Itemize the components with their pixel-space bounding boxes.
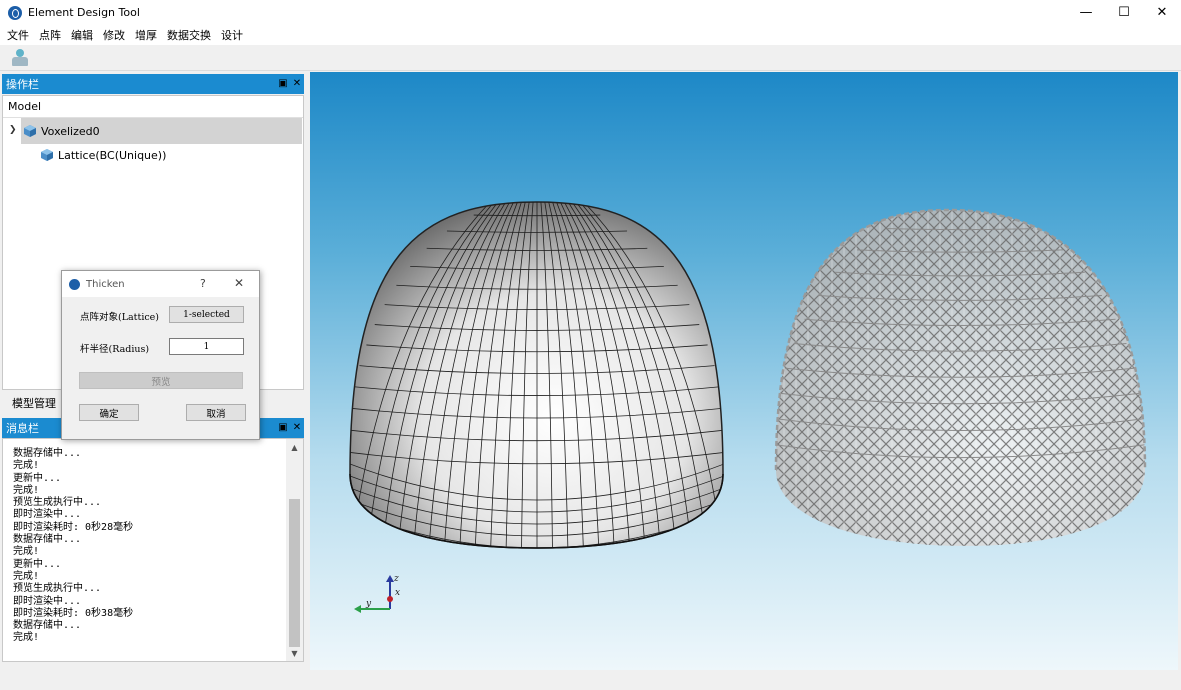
window-title: Element Design Tool bbox=[28, 6, 140, 19]
app-logo-icon bbox=[69, 278, 80, 290]
status-bar bbox=[0, 670, 1181, 690]
close-icon[interactable]: ✕ bbox=[292, 77, 302, 89]
help-icon[interactable]: ? bbox=[200, 277, 206, 290]
viewport-canvas: z y x bbox=[349, 201, 1147, 613]
menu-design[interactable]: 设计 bbox=[216, 27, 248, 43]
menu-modify[interactable]: 修改 bbox=[98, 27, 130, 43]
menu-file[interactable]: 文件 bbox=[2, 27, 34, 43]
scroll-thumb[interactable] bbox=[289, 499, 300, 647]
log-line: 数据存储中... bbox=[13, 620, 82, 632]
float-icon[interactable]: ▣ bbox=[278, 421, 288, 433]
cancel-button[interactable]: 取消 bbox=[186, 404, 246, 421]
preview-button[interactable]: 预览 bbox=[79, 372, 243, 389]
log-scrollbar[interactable]: ▲ ▼ bbox=[286, 439, 303, 661]
thicken-dialog: Thicken ? ✕ 点阵对象(Lattice) 1-selected 杆半径… bbox=[61, 270, 260, 440]
operation-panel-title: 操作栏 ▣ ✕ bbox=[2, 74, 304, 94]
title-bar: Element Design Tool — ☐ ✕ bbox=[0, 0, 1181, 25]
log-line: 数据存储中... bbox=[13, 534, 82, 546]
log-line: 即时渲染耗时: 0秒38毫秒 bbox=[13, 607, 134, 619]
axis-y-label: y bbox=[365, 599, 372, 609]
tree-item-label: Lattice(BC(Unique)) bbox=[58, 148, 167, 162]
float-icon[interactable]: ▣ bbox=[278, 77, 288, 89]
minimize-button[interactable]: — bbox=[1067, 0, 1105, 25]
menu-data-exchange[interactable]: 数据交换 bbox=[162, 27, 216, 43]
log-line: 即时渲染耗时: 0秒28毫秒 bbox=[13, 521, 134, 533]
lattice-label: 点阵对象(Lattice) bbox=[80, 312, 160, 323]
scroll-down-icon[interactable]: ▼ bbox=[286, 645, 303, 661]
lattice-dome bbox=[774, 208, 1147, 546]
window-controls: — ☐ ✕ bbox=[1067, 0, 1181, 25]
log-line: 完成! bbox=[13, 546, 40, 558]
lattice-selection-field[interactable]: 1-selected bbox=[169, 306, 244, 323]
message-log: 数据存储中... 完成! 更新中... 完成! 预览生成执行中... 即时渲染中… bbox=[2, 438, 304, 662]
axis-x-label: x bbox=[395, 588, 400, 598]
dialog-title: Thicken bbox=[86, 278, 125, 290]
ok-button[interactable]: 确定 bbox=[79, 404, 139, 421]
log-line: 即时渲染中... bbox=[13, 595, 82, 607]
tree-item-label: Voxelized0 bbox=[41, 124, 100, 138]
voxelized-dome bbox=[349, 201, 724, 549]
message-panel-title-text: 消息栏 bbox=[6, 422, 39, 435]
tab-model-management[interactable]: 模型管理 bbox=[12, 395, 56, 411]
scroll-up-icon[interactable]: ▲ bbox=[286, 439, 303, 455]
menu-edit[interactable]: 编辑 bbox=[66, 27, 98, 43]
operation-panel-title-text: 操作栏 bbox=[6, 78, 39, 91]
log-line: 更新中... bbox=[13, 472, 62, 484]
log-line: 更新中... bbox=[13, 558, 62, 570]
close-icon[interactable]: ✕ bbox=[292, 421, 302, 433]
log-line: 完成! bbox=[13, 460, 40, 472]
log-line: 完成! bbox=[13, 632, 40, 644]
menu-lattice[interactable]: 点阵 bbox=[34, 27, 66, 43]
log-line: 数据存储中... bbox=[13, 448, 82, 459]
menu-bar: 文件 点阵 编辑 修改 增厚 数据交换 设计 bbox=[0, 25, 1181, 45]
user-icon[interactable] bbox=[10, 48, 30, 68]
menu-thicken[interactable]: 增厚 bbox=[130, 27, 162, 43]
close-icon[interactable]: ✕ bbox=[234, 276, 244, 290]
maximize-button[interactable]: ☐ bbox=[1105, 0, 1143, 25]
log-line: 完成! bbox=[13, 484, 40, 496]
chevron-down-icon[interactable]: ❯ bbox=[9, 125, 19, 135]
radius-label: 杆半径(Radius) bbox=[80, 344, 150, 355]
log-lines: 数据存储中... 完成! 更新中... 完成! 预览生成执行中... 即时渲染中… bbox=[13, 448, 133, 645]
log-line: 预览生成执行中... bbox=[13, 497, 102, 509]
tree-header: Model bbox=[3, 96, 303, 118]
close-button[interactable]: ✕ bbox=[1143, 0, 1181, 25]
tree-item-voxelized[interactable]: Voxelized0 bbox=[21, 118, 302, 144]
tree-item-lattice[interactable]: Lattice(BC(Unique)) bbox=[41, 142, 281, 168]
cube-icon bbox=[41, 149, 53, 161]
radius-input[interactable]: 1 bbox=[169, 338, 244, 355]
axis-triad: z y x bbox=[354, 574, 400, 613]
cube-icon bbox=[24, 125, 36, 137]
log-line: 即时渲染中... bbox=[13, 509, 82, 521]
3d-viewport[interactable]: z y x bbox=[310, 72, 1178, 670]
app-logo-icon bbox=[8, 5, 22, 20]
dialog-title-bar: Thicken ? ✕ bbox=[62, 271, 259, 297]
axis-z-label: z bbox=[393, 574, 399, 584]
log-line: 完成! bbox=[13, 570, 40, 582]
toolbar bbox=[0, 45, 1181, 71]
log-line: 预览生成执行中... bbox=[13, 583, 102, 595]
